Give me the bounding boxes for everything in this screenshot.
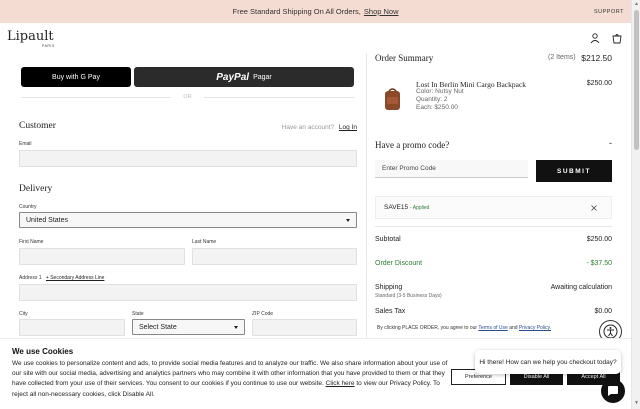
country-label: Country [19,204,37,210]
announcement-text: Free Standard Shipping On All Orders, [232,7,361,16]
discount-value: - $37.50 [586,260,612,267]
chevron-down-icon [234,326,238,329]
zip-label: ZIP Code [252,311,274,317]
items-count: (2 Items) [548,54,576,61]
account-icon[interactable] [589,32,601,44]
or-divider: OR [21,94,354,100]
discount-label: Order Discount [375,260,423,267]
state-select[interactable]: Select State [132,319,245,335]
address1-label-text: Address 1 [19,275,42,281]
paypal-label: Pagar [253,73,272,81]
summary-total: $212.50 [581,53,612,63]
cookie-privacy-link[interactable]: Click here [326,380,355,387]
applied-code: SAVE15 [384,204,409,211]
first-name-field[interactable] [19,248,185,265]
chevron-down-icon [346,219,350,222]
first-name-label: First Name [19,239,44,245]
last-name-label: Last Name [192,239,217,245]
gpay-label: Buy with [52,73,79,81]
paypal-button[interactable]: PayPal Pagar [134,67,354,87]
cookie-title: We use Cookies [12,347,74,356]
remove-promo-icon[interactable] [591,205,597,211]
address1-label: Address 1 + Secondary Address Line [19,275,104,281]
have-account: Have an account? Log In [282,124,357,131]
chat-button[interactable] [601,379,625,403]
summary-divider [375,226,612,227]
gpay-brand: G Pay [80,73,100,81]
scroll-down-arrow-icon[interactable]: ▼ [634,400,639,406]
city-field[interactable] [19,319,125,336]
terms-and: and [509,325,518,331]
chat-icon [608,386,618,396]
support-link[interactable]: SUPPORT [594,9,624,15]
promo-collapse-icon[interactable]: - [609,138,612,148]
cookie-text: We use cookies to personalize content an… [12,359,452,400]
terms-text: By clicking PLACE ORDER, you agree to ou… [377,325,478,331]
terms-link[interactable]: Terms of Use [478,325,507,331]
scrollbar-thumb[interactable] [634,10,639,150]
email-field[interactable] [19,150,357,167]
email-label: Email [19,141,32,147]
tax-value: $0.00 [594,308,612,315]
order-summary-title: Order Summary [375,53,434,63]
login-link[interactable]: Log In [339,124,357,131]
promo-heading[interactable]: Have a promo code? [375,140,449,150]
last-name-field[interactable] [192,248,357,265]
product-color: Color: Nutsy Nut [416,88,464,95]
subtotal-label: Subtotal [375,236,401,243]
state-value: Select State [139,323,177,331]
logo[interactable]: Lipault [7,29,54,44]
shop-now-link[interactable]: Shop Now [364,7,399,16]
paypal-brand: PayPal [216,71,250,83]
announcement-bar: Free Standard Shipping On All Orders, Sh… [0,0,631,23]
delivery-heading: Delivery [19,184,53,194]
shipping-value: Awaiting calculation [550,284,612,291]
promo-placeholder: Enter Promo Code [382,165,436,172]
applied-promo: SAVE15 - Applied [375,196,612,219]
terms-note: By clicking PLACE ORDER, you agree to ou… [377,325,551,331]
logo-subtitle: PARIS [42,44,55,48]
product-each: Each: $250.00 [416,104,458,111]
site-header: Lipault PARIS [0,23,631,53]
page-scrollbar[interactable]: ▲ ▼ [631,0,640,409]
customer-heading: Customer [19,121,56,131]
chat-greeting[interactable]: Hi there! How can we help you checkout t… [475,350,621,374]
tax-label: Sales Tax [375,308,406,315]
country-value: United States [26,216,69,224]
submit-promo-button[interactable]: SUBMIT [536,160,612,182]
zip-field[interactable] [252,319,357,336]
accessibility-icon [603,324,618,339]
product-quantity: Quantity: 2 [416,96,448,103]
subtotal-value: $250.00 [586,236,612,243]
add-secondary-address-link[interactable]: + Secondary Address Line [46,275,105,281]
shipping-label: Shipping [375,284,403,291]
product-image [385,88,400,110]
city-label: City [19,311,28,317]
privacy-link[interactable]: Privacy Policy. [519,325,551,331]
cart-icon[interactable] [611,32,623,44]
or-text: OR [183,94,192,100]
country-select[interactable]: United States [19,212,357,228]
promo-code-input[interactable]: Enter Promo Code [375,160,528,178]
shipping-method: Standard (3-5 Business Days) [375,293,442,299]
address1-field[interactable] [19,284,357,301]
column-divider [366,53,367,338]
scroll-up-arrow-icon[interactable]: ▲ [634,1,639,7]
product-price: $250.00 [586,80,612,87]
state-label: State [132,311,144,317]
google-pay-button[interactable]: Buy with G Pay [21,67,131,87]
applied-label: - Applied [410,205,430,211]
have-account-text: Have an account? [281,124,335,131]
